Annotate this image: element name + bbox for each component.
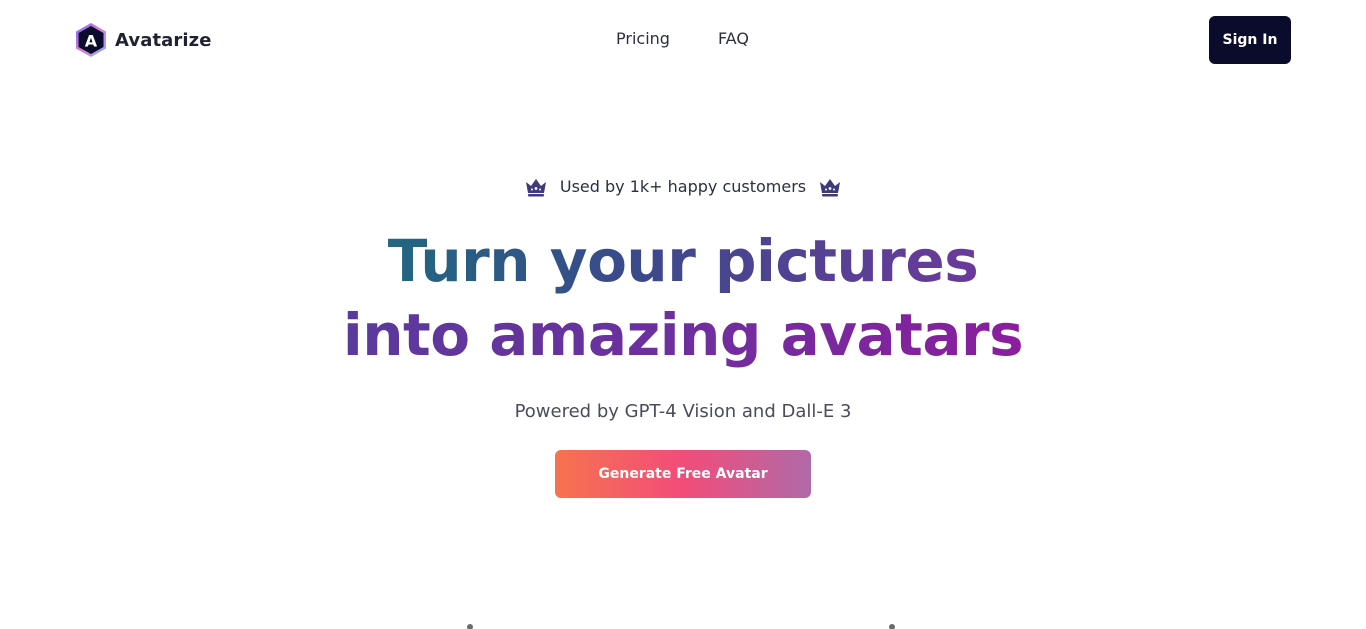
site-header: A Avatarize Pricing FAQ Sign In xyxy=(0,0,1366,80)
hero-headline: Turn your pictures into amazing avatars xyxy=(0,224,1366,372)
nav-link-faq[interactable]: FAQ xyxy=(718,28,749,50)
generate-avatar-button[interactable]: Generate Free Avatar xyxy=(555,450,811,498)
landing-page: A Avatarize Pricing FAQ Sign In Used by … xyxy=(0,0,1366,629)
main-nav: Pricing FAQ xyxy=(616,28,749,50)
decorative-dot xyxy=(467,624,473,629)
crown-icon xyxy=(820,179,841,197)
headline-line-2: into amazing avatars xyxy=(343,298,1024,372)
brand-name: Avatarize xyxy=(115,29,212,51)
headline-line-1: Turn your pictures xyxy=(388,224,979,298)
social-proof-text: Used by 1k+ happy customers xyxy=(559,177,807,196)
logo-letter: A xyxy=(85,32,98,51)
crown-icon xyxy=(525,179,546,197)
hexagon-logo-icon: A xyxy=(76,23,106,57)
social-proof-badge: Used by 1k+ happy customers xyxy=(0,175,1366,199)
nav-link-pricing[interactable]: Pricing xyxy=(616,28,670,50)
decorative-dot xyxy=(889,624,895,629)
sign-in-button[interactable]: Sign In xyxy=(1209,16,1291,64)
brand-home-link[interactable]: A Avatarize xyxy=(74,22,212,58)
hero-subtitle: Powered by GPT-4 Vision and Dall-E 3 xyxy=(514,401,852,422)
